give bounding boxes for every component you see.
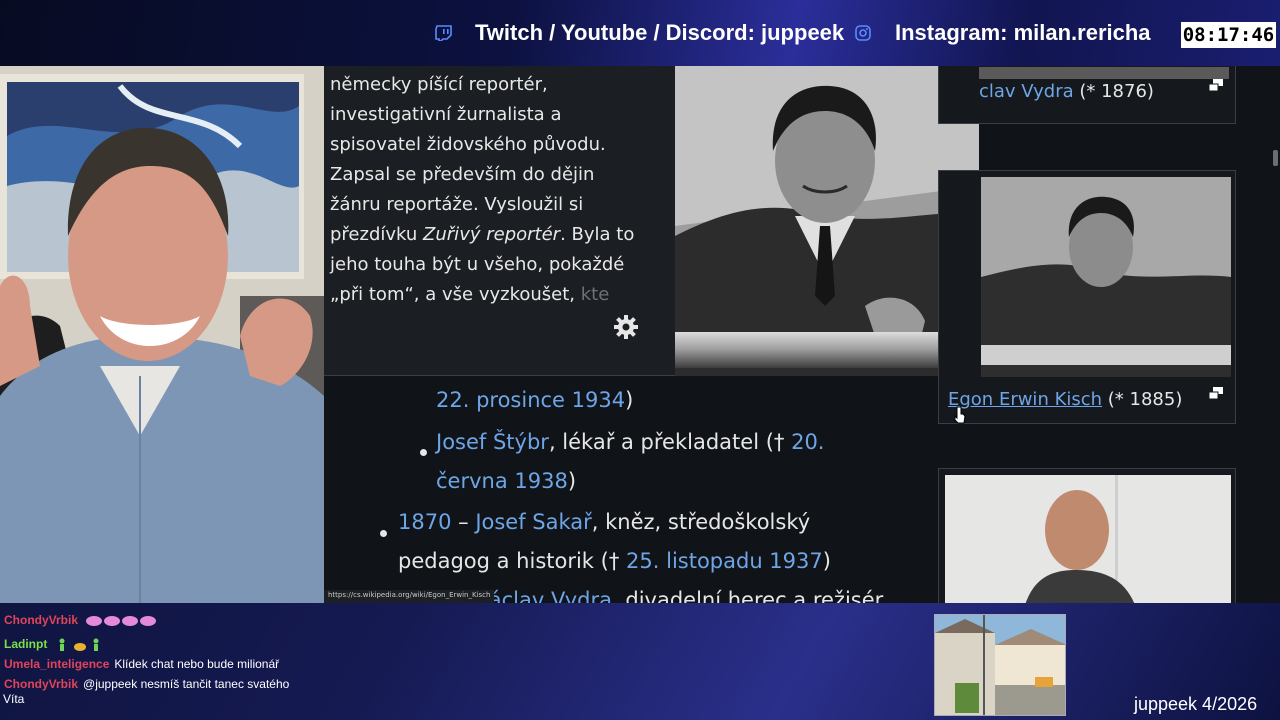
preview-line: jeho touha být u všeho, pokaždé — [330, 254, 625, 275]
card-link[interactable]: Egon Erwin Kisch — [948, 389, 1102, 410]
preview-line: přezdívku Zuřivý reportér. Byla to — [330, 220, 648, 250]
card-caption-text: (* 1876) — [1073, 81, 1154, 102]
link-preview-popup[interactable]: německy píšící reportér, investigativní … — [324, 66, 979, 376]
preview-thumbnail[interactable] — [675, 66, 979, 376]
preview-faded-text: kte — [580, 284, 610, 305]
card-caption: clav Vydra (* 1876) — [979, 81, 1154, 102]
gallery-card[interactable] — [938, 468, 1236, 603]
preview-extract: německy píšící reportér, investigativní … — [330, 70, 648, 310]
gallery-card[interactable]: clav Vydra (* 1876) — [938, 66, 1236, 124]
preview-line: německy píšící reportér, — [330, 74, 548, 95]
chat-overlay: ChondyVrbik Ladinpt Umela_inteligence Klí… — [0, 603, 330, 720]
list-item: 1870 – Josef Sakař, kněz, středoškolský — [398, 510, 810, 534]
chat-message: ChondyVrbik @juppeek nesmíš tančit tanec … — [4, 677, 324, 692]
list-item: června 1938) — [436, 469, 576, 493]
stream-scene: Twitch / Youtube / Discord: juppeek Inst… — [0, 0, 1280, 720]
portrait-photo — [675, 66, 979, 376]
gallery-card[interactable]: Egon Erwin Kisch (* 1885) — [938, 170, 1236, 424]
list-text: , kněz, středoškolský — [591, 510, 811, 534]
sidebar-gallery: clav Vydra (* 1876) Egon Erwin Kisch (* … — [938, 66, 1280, 603]
year-link[interactable]: 1870 — [398, 510, 451, 534]
browser-window: německy píšící reportér, investigativní … — [324, 66, 1280, 603]
chat-username: Umela_inteligence — [4, 657, 110, 671]
list-item: Václav Vydra, divadelní herec a režisér — [476, 588, 883, 603]
chat-message: Ladinpt — [4, 637, 324, 652]
chat-text: @juppeek nesmíš tančit tanec svatého — [83, 677, 290, 691]
preview-line: Zapsal se především do dějin — [330, 164, 595, 185]
card-image — [945, 475, 1231, 603]
chat-message: Umela_inteligence Klídek chat nebo bude m… — [4, 657, 324, 672]
chat-username: ChondyVrbik — [4, 613, 79, 627]
list-item: Josef Štýbr, lékař a překladatel († 20. — [436, 430, 824, 454]
emote-icon — [59, 638, 99, 651]
instagram-handle-text: Instagram: milan.rericha — [895, 20, 1151, 45]
channel-tag: juppeek 4/2026 — [1134, 694, 1258, 714]
card-caption-text: (* 1885) — [1102, 389, 1183, 410]
preview-text: přezdívku — [330, 224, 424, 245]
chat-text: Víta — [3, 692, 25, 706]
card-image — [979, 67, 1229, 79]
date-link[interactable]: 20. — [791, 430, 824, 454]
clock: 08:17:46 — [1181, 22, 1276, 48]
twitch-icon — [435, 25, 452, 41]
list-text: – — [451, 510, 476, 534]
list-text: , divadelní herec a režisér — [612, 588, 884, 603]
list-text: ) — [625, 388, 634, 412]
date-link[interactable]: června 1938 — [436, 469, 568, 493]
status-url: https://cs.wikipedia.org/wiki/Egon_Erwin… — [324, 590, 495, 603]
card-caption: Egon Erwin Kisch (* 1885) — [948, 389, 1182, 410]
street-video — [935, 615, 1065, 715]
list-item: 22. prosince 1934) — [436, 388, 633, 412]
emote-icon — [86, 615, 157, 626]
railing — [675, 332, 979, 368]
list-text: ) — [822, 549, 831, 573]
portrait-photo — [945, 475, 1231, 603]
card-link[interactable]: clav Vydra — [979, 81, 1074, 102]
expand-icon[interactable] — [1209, 387, 1223, 399]
person-link[interactable]: Josef Sakař — [475, 510, 591, 534]
preview-text: . Byla to — [560, 224, 635, 245]
preview-line: investigativní žurnalista a — [330, 104, 562, 125]
preview-line: „při tom“, a vše vyzkoušet, kte — [330, 280, 648, 310]
stream-banner: Twitch / Youtube / Discord: juppeek Inst… — [0, 0, 1280, 66]
preview-line: spisovatel židovského původu. — [330, 134, 606, 155]
chat-text: Klídek chat nebo bude milionář — [114, 657, 280, 671]
card-image — [981, 177, 1231, 377]
expand-icon[interactable] — [1209, 79, 1223, 91]
list-item: pedagog a historik († 25. listopadu 1937… — [398, 549, 831, 573]
date-link[interactable]: 25. listopadu 1937 — [626, 549, 823, 573]
person-link[interactable]: Václav Vydra — [476, 588, 612, 603]
list-text: pedagog a historik († — [398, 549, 627, 573]
date-link[interactable]: 22. prosince 1934 — [436, 388, 625, 412]
list-text: , lékař a překladatel († — [548, 430, 792, 454]
bullet — [420, 449, 427, 456]
preview-italic-text: Zuřivý reportér — [423, 224, 561, 245]
social-links-text: Twitch / Youtube / Discord: juppeek — [475, 20, 845, 45]
chat-username: ChondyVrbik — [4, 677, 79, 691]
instagram-icon — [855, 25, 871, 41]
gear-icon[interactable] — [613, 314, 639, 340]
person-link[interactable]: Josef Štýbr — [436, 430, 549, 454]
preview-line: žánru reportáže. Vysloužil si — [330, 194, 584, 215]
chat-message: ChondyVrbik — [4, 613, 324, 628]
streamer-video — [0, 66, 324, 603]
chat-username: Ladinpt — [4, 637, 48, 651]
list-text: ) — [567, 469, 577, 493]
article-list: 22. prosince 1934) Josef Štýbr, lékař a … — [324, 376, 934, 603]
scrollbar-thumb[interactable] — [1273, 150, 1278, 166]
cursor-icon — [954, 406, 966, 424]
webcam-feed — [0, 66, 324, 603]
portrait-photo — [981, 177, 1231, 377]
bullet — [380, 530, 387, 537]
outdoor-camera-feed — [934, 614, 1066, 716]
preview-text: „při tom“, a vše vyzkoušet, — [330, 284, 581, 305]
chat-message: Víta — [3, 692, 323, 707]
